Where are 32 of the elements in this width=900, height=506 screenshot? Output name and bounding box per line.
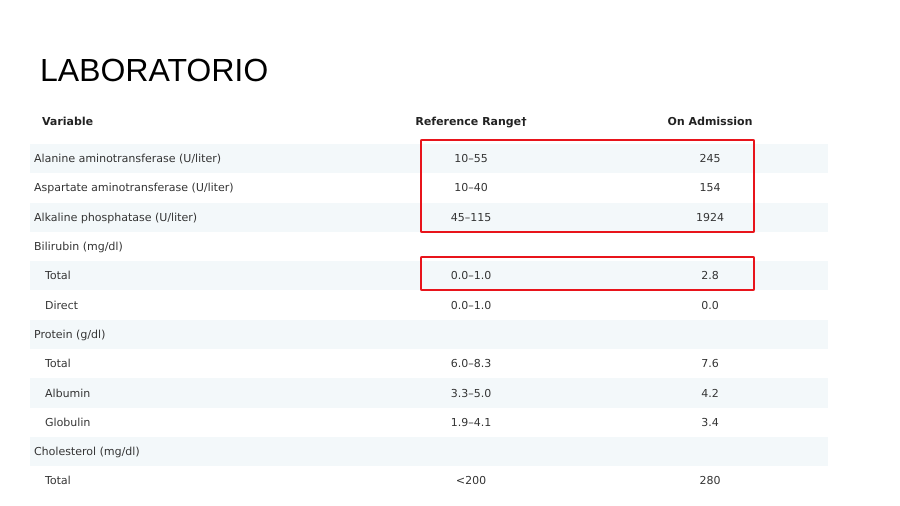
table-cell-text: 154 (698, 181, 722, 194)
table-cell-text: Albumin (44, 386, 92, 400)
table-cell-text: Total (44, 357, 72, 370)
column-header: Reference Range† (414, 114, 528, 128)
table-cell-text: 7.6 (700, 357, 720, 370)
table-cell-text: 10–40 (453, 181, 489, 194)
table-cell-text: Total (44, 474, 72, 488)
table-cell-text: 0.0–1.0 (450, 269, 492, 282)
table-cell-text: Bilirubin (mg/dl) (33, 240, 124, 254)
table-cell-text: 280 (698, 474, 722, 488)
table-cell-text: <200 (454, 474, 488, 488)
table-cell-text: 3.4 (700, 416, 720, 429)
table-cell-text: Protein (g/dl) (33, 328, 106, 341)
table-cell-text: 4.2 (700, 386, 720, 400)
table-cell-text: Alkaline phosphatase (U/liter) (33, 210, 198, 224)
table-cell-text: 1924 (695, 210, 725, 224)
slide-title: LABORATORIO (40, 52, 270, 88)
table-cell-text: 10–55 (453, 152, 489, 166)
table-cell-text: 0.0–1.0 (450, 298, 492, 312)
table-cell-text: 6.0–8.3 (450, 357, 492, 370)
table-cell-text: Direct (44, 298, 79, 312)
table-cell-text: 3.3–5.0 (450, 386, 492, 400)
table-cell-text: Total (44, 269, 72, 282)
table-cell-text: Aspartate aminotransferase (U/liter) (33, 181, 235, 194)
table-cell-text: 0.0 (700, 298, 720, 312)
table-cell-text: 45–115 (450, 210, 492, 224)
table-cell-text: 1.9–4.1 (450, 416, 492, 429)
table-cell-text: Cholesterol (mg/dl) (33, 445, 141, 458)
table-cell-text: 2.8 (700, 269, 720, 282)
table-cell-text: 245 (698, 152, 722, 166)
table-cell-text: Alanine aminotransferase (U/liter) (33, 152, 222, 166)
table-cell-text: Globulin (44, 416, 92, 429)
